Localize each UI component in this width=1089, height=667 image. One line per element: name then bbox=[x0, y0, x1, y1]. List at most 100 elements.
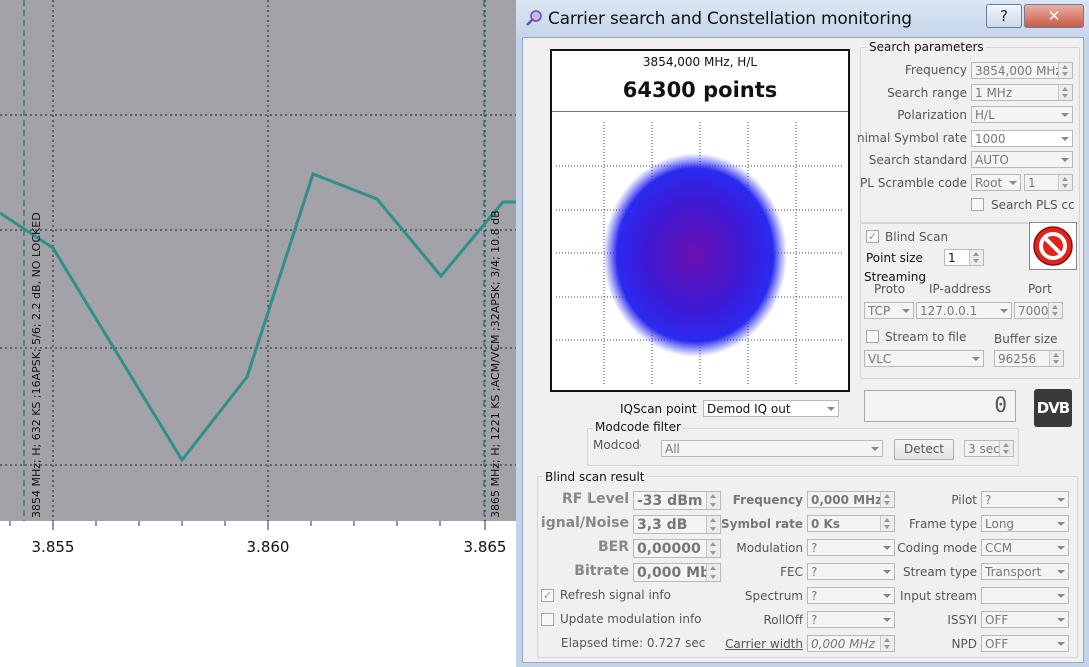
constellation-display[interactable]: 3854,000 MHz, H/L 64300 points bbox=[550, 49, 850, 392]
buffer-size-label: Buffer size bbox=[994, 332, 1058, 346]
frequency-input[interactable]: 3854,000 MHz bbox=[971, 62, 1073, 79]
search-standard-label: Search standard bbox=[868, 153, 967, 167]
search-pls-checkbox[interactable] bbox=[971, 198, 984, 211]
magnifier-app-icon bbox=[526, 10, 542, 26]
search-parameters-title: Search parameters bbox=[867, 40, 986, 54]
result-symbol-rate-label: Symbol rate bbox=[721, 517, 803, 531]
points-count: 64300 points bbox=[622, 78, 778, 102]
ber-label: BER bbox=[597, 539, 629, 555]
window-title: Carrier search and Constellation monitor… bbox=[548, 9, 912, 29]
elapsed-time: Elapsed time: 0.727 sec bbox=[561, 636, 706, 650]
min-symbol-rate-select[interactable]: 1000 bbox=[971, 130, 1073, 147]
port-label: Port bbox=[1028, 282, 1052, 296]
fec-select[interactable]: ? bbox=[807, 563, 895, 580]
issyi-select[interactable]: OFF bbox=[981, 611, 1069, 628]
ip-address-label: IP-address bbox=[929, 282, 991, 296]
player-select[interactable]: VLC bbox=[864, 350, 984, 367]
stop-icon bbox=[1033, 226, 1073, 266]
modulation-label: Modulation bbox=[736, 541, 803, 555]
coding-mode-select[interactable]: CCM bbox=[981, 539, 1069, 556]
constellation-cloud bbox=[603, 153, 787, 357]
result-frequency-value: 0,000 MHz bbox=[807, 491, 895, 508]
rf-level-label: RF Level bbox=[561, 491, 629, 507]
stream-type-select[interactable]: Transport bbox=[981, 563, 1069, 580]
npd-label: NPD bbox=[951, 637, 977, 651]
point-size-label: Point size bbox=[866, 251, 923, 265]
x-tick-label: 3.855 bbox=[32, 538, 75, 556]
frame-type-label: Frame type bbox=[908, 517, 977, 531]
rf-level-value: -33 dBm bbox=[633, 491, 721, 510]
bitrate-label: Bitrate bbox=[574, 563, 629, 579]
stream-to-file-label: Stream to file bbox=[885, 330, 967, 344]
carrier-marker-label: 3854 MHz; H; 632 KS ;16APSK; 5/6; 2.2 dB… bbox=[30, 212, 43, 518]
carrier-width-value: 0,000 MHz bbox=[807, 635, 895, 652]
help-button[interactable]: ? bbox=[986, 4, 1022, 28]
spectrum-label: Spectrum bbox=[744, 589, 803, 603]
result-frequency-label: Frequency bbox=[732, 493, 803, 507]
constellation-frequency: 3854,000 MHz, H/L bbox=[642, 55, 758, 69]
pl-scramble-value-input[interactable]: 1 bbox=[1024, 174, 1073, 191]
stop-button[interactable] bbox=[1029, 222, 1077, 270]
proto-label: Proto bbox=[874, 282, 906, 296]
signal-noise-value: 3,3 dB bbox=[633, 515, 721, 534]
result-symbol-rate-value: 0 Ks bbox=[807, 515, 895, 532]
npd-select[interactable]: OFF bbox=[981, 635, 1069, 652]
polarization-select[interactable]: H/L bbox=[971, 106, 1073, 123]
search-pls-label: Search PLS cc bbox=[991, 198, 1075, 212]
issyi-label: ISSYI bbox=[947, 613, 977, 627]
bitrate-value: 0,000 Mb bbox=[633, 563, 721, 582]
dialog-body: 3854,000 MHz, H/L 64300 points Search pa… bbox=[522, 37, 1084, 663]
spectrum-select[interactable]: ? bbox=[807, 587, 895, 604]
search-range-input[interactable]: 1 MHz bbox=[971, 84, 1073, 101]
detect-interval-input[interactable]: 3 sec bbox=[964, 440, 1014, 457]
proto-select[interactable]: TCP bbox=[864, 302, 914, 319]
signal-noise-label: ignal/Noise bbox=[540, 515, 629, 531]
ber-value: 0,00000 bbox=[633, 539, 721, 558]
modulation-select[interactable]: ? bbox=[807, 539, 895, 556]
buffer-size-input[interactable]: 96256 bbox=[994, 350, 1064, 367]
divider bbox=[552, 111, 848, 112]
search-range-label: Search range bbox=[887, 86, 967, 100]
refresh-signal-label: Refresh signal info bbox=[560, 588, 671, 602]
carrier-width-link[interactable]: Carrier width bbox=[717, 637, 803, 651]
pilot-select[interactable]: ? bbox=[981, 491, 1069, 508]
stream-to-file-checkbox[interactable] bbox=[866, 330, 879, 343]
input-stream-select[interactable] bbox=[981, 587, 1069, 604]
spectrum-view[interactable]: 3.855 3.860 3.865 3854 MHz; H; 632 KS ;1… bbox=[0, 0, 517, 667]
close-button[interactable]: ✕ bbox=[1024, 4, 1084, 28]
plot-area bbox=[0, 0, 517, 521]
lcd-value: 0 bbox=[994, 393, 1007, 417]
carrier-marker-label: 3865 MHz; H; 1221 KS ;ACM/VCM ;32APSK; 3… bbox=[489, 210, 502, 518]
modcode-filter-title: Modcode filter bbox=[593, 420, 683, 434]
blind-scan-result-title: Blind scan result bbox=[543, 470, 647, 484]
stream-type-label: Stream type bbox=[902, 565, 977, 579]
iq-scatter-plot bbox=[556, 122, 844, 384]
frame-type-select[interactable]: Long bbox=[981, 515, 1069, 532]
spectrum-plot[interactable]: 3.855 3.860 3.865 3854 MHz; H; 632 KS ;1… bbox=[0, 0, 517, 667]
blind-scan-label: Blind Scan bbox=[885, 230, 949, 244]
point-size-input[interactable]: 1 bbox=[944, 249, 984, 266]
refresh-signal-checkbox[interactable]: ✓ bbox=[541, 589, 554, 602]
signal-lcd: 0 bbox=[864, 390, 1016, 422]
ip-address-select[interactable]: 127.0.0.1 bbox=[916, 302, 1012, 319]
title-bar[interactable]: Carrier search and Constellation monitor… bbox=[516, 0, 1089, 38]
x-tick-label: 3.860 bbox=[247, 538, 290, 556]
iqscan-select[interactable]: Demod IQ out bbox=[703, 400, 839, 417]
pl-scramble-type-select[interactable]: Root bbox=[971, 174, 1021, 191]
coding-mode-label: Coding mode bbox=[897, 541, 977, 555]
modcode-label: Modcode bbox=[593, 438, 641, 452]
pl-scramble-label: PL Scramble code bbox=[859, 176, 967, 190]
detect-button[interactable]: Detect bbox=[894, 439, 954, 460]
dvb-logo: DVB bbox=[1034, 389, 1072, 427]
update-modulation-checkbox[interactable] bbox=[541, 613, 554, 626]
search-standard-select[interactable]: AUTO bbox=[971, 151, 1073, 168]
frequency-label: Frequency bbox=[905, 63, 967, 77]
rolloff-select[interactable]: ? bbox=[807, 611, 895, 628]
carrier-search-dialog: Carrier search and Constellation monitor… bbox=[516, 0, 1089, 667]
blind-scan-checkbox[interactable]: ✓ bbox=[866, 230, 879, 243]
rolloff-label: RollOff bbox=[763, 613, 803, 627]
iqscan-label: IQScan point bbox=[620, 402, 697, 416]
input-stream-label: Input stream bbox=[900, 589, 977, 603]
modcode-select[interactable]: All bbox=[661, 440, 883, 457]
port-input[interactable]: 7000 bbox=[1014, 302, 1063, 319]
